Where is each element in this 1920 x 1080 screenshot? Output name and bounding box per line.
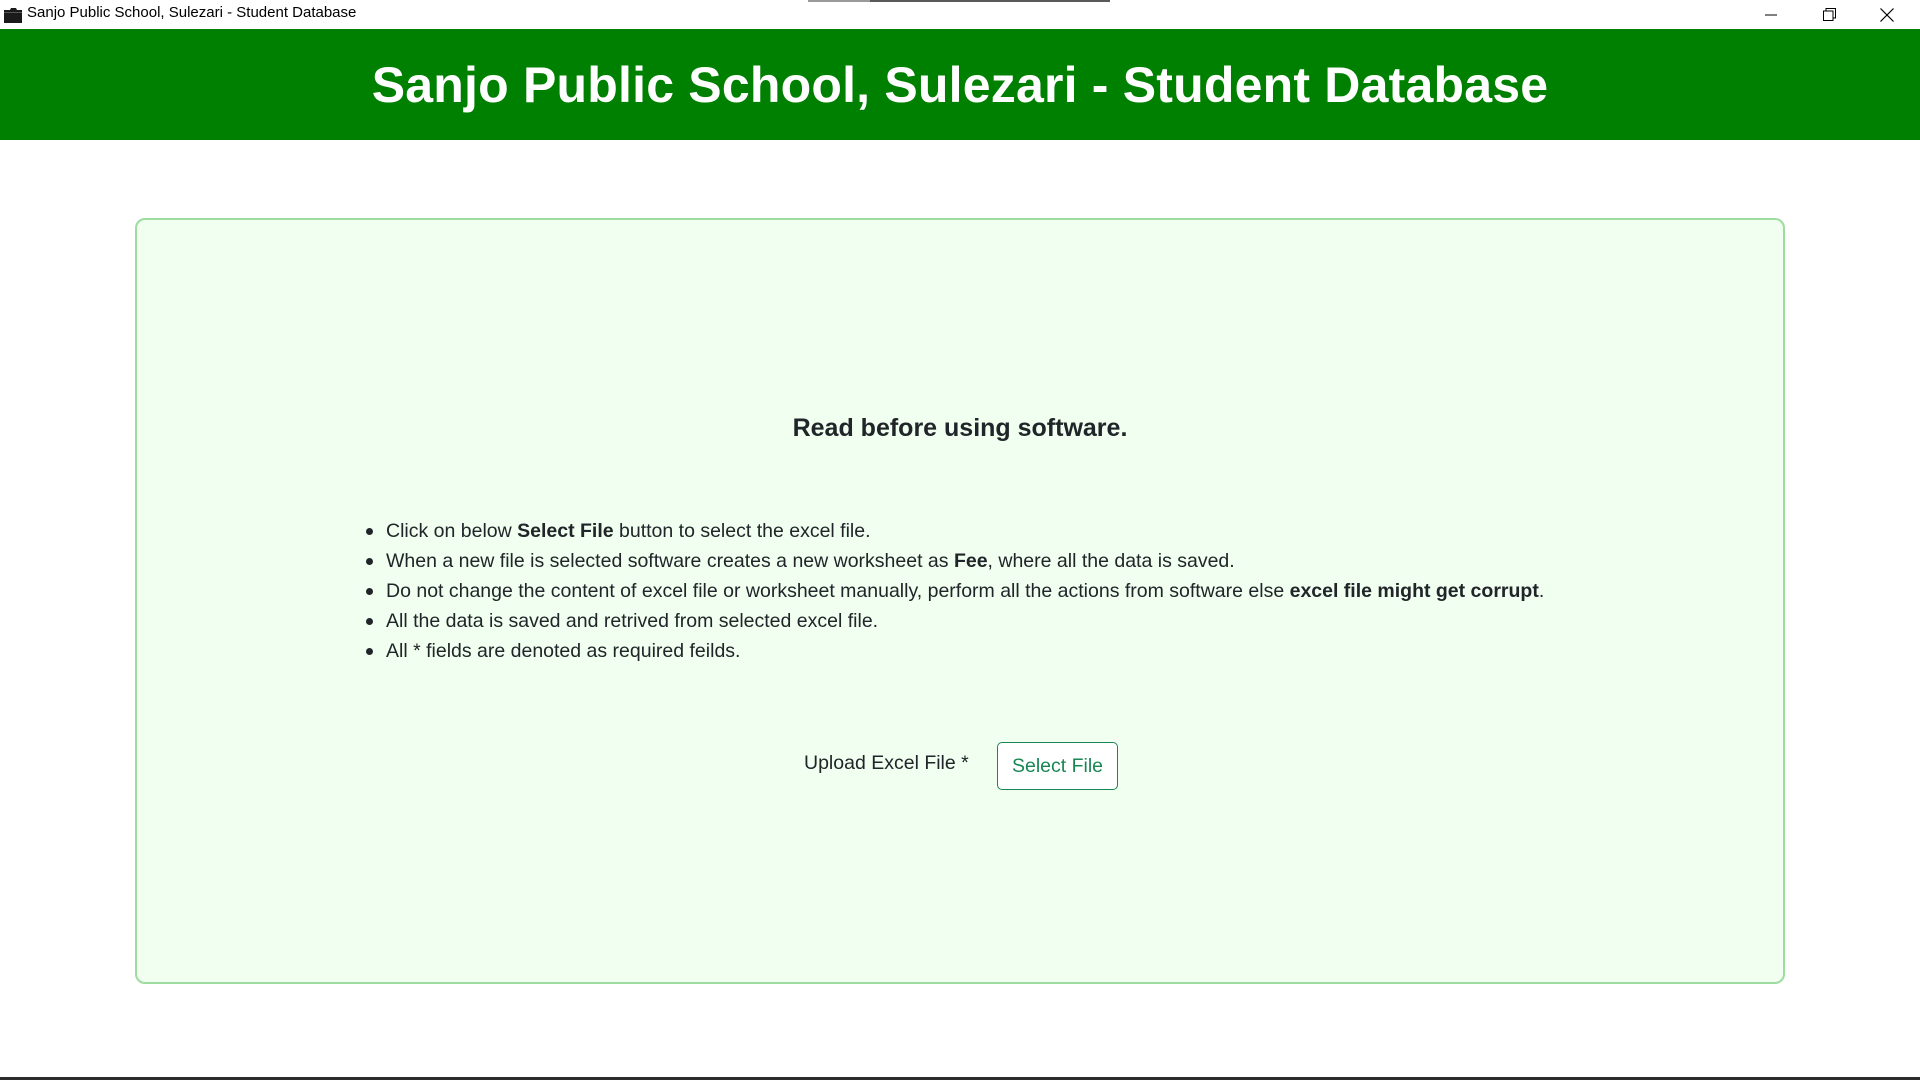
close-icon bbox=[1880, 7, 1894, 22]
instruction-text: When a new file is selected software cre… bbox=[386, 550, 954, 572]
instruction-text: Click on below bbox=[386, 520, 518, 542]
select-file-button[interactable]: Select File bbox=[997, 742, 1118, 790]
minimize-icon bbox=[1765, 9, 1777, 21]
instruction-text: Do not change the content of excel file … bbox=[386, 580, 1290, 602]
instructions-list: Click on below Select File button to sel… bbox=[366, 516, 1544, 666]
instruction-text: , where all the data is saved. bbox=[987, 550, 1235, 572]
instruction-emphasis: Fee bbox=[953, 550, 988, 572]
instructions-card: Read before using software. Click on bel… bbox=[135, 218, 1785, 984]
instruction-text: button to select the excel file. bbox=[613, 520, 871, 542]
instruction-emphasis: Select File bbox=[517, 520, 614, 542]
instruction-text: All the data is saved and retrived from … bbox=[386, 610, 879, 632]
close-button[interactable] bbox=[1858, 0, 1916, 29]
app-header: Sanjo Public School, Sulezari - Student … bbox=[0, 29, 1920, 140]
window-title: Sanjo Public School, Sulezari - Student … bbox=[27, 4, 357, 21]
instruction-text: . bbox=[1538, 580, 1545, 602]
card-heading: Read before using software. bbox=[792, 414, 1128, 442]
instruction-text: All * fields are denoted as required fei… bbox=[386, 640, 741, 662]
instruction-item: Click on below Select File button to sel… bbox=[366, 516, 1544, 546]
instruction-item: All the data is saved and retrived from … bbox=[366, 606, 1544, 636]
folder-icon bbox=[3, 6, 23, 24]
instruction-item: Do not change the content of excel file … bbox=[366, 576, 1544, 606]
instruction-item: All * fields are denoted as required fei… bbox=[366, 636, 1544, 666]
instruction-emphasis: excel file might get corrupt bbox=[1289, 580, 1539, 602]
restore-button[interactable] bbox=[1800, 0, 1858, 29]
upload-label: Upload Excel File * bbox=[804, 752, 969, 774]
restore-icon bbox=[1822, 8, 1836, 21]
titlebar-drag-indicator bbox=[808, 0, 1110, 2]
window-titlebar: Sanjo Public School, Sulezari - Student … bbox=[0, 0, 1920, 29]
upload-row: Upload Excel File * Select File bbox=[137, 742, 1783, 792]
instruction-item: When a new file is selected software cre… bbox=[366, 546, 1544, 576]
app-header-title: Sanjo Public School, Sulezari - Student … bbox=[371, 56, 1549, 113]
minimize-button[interactable] bbox=[1742, 0, 1800, 29]
